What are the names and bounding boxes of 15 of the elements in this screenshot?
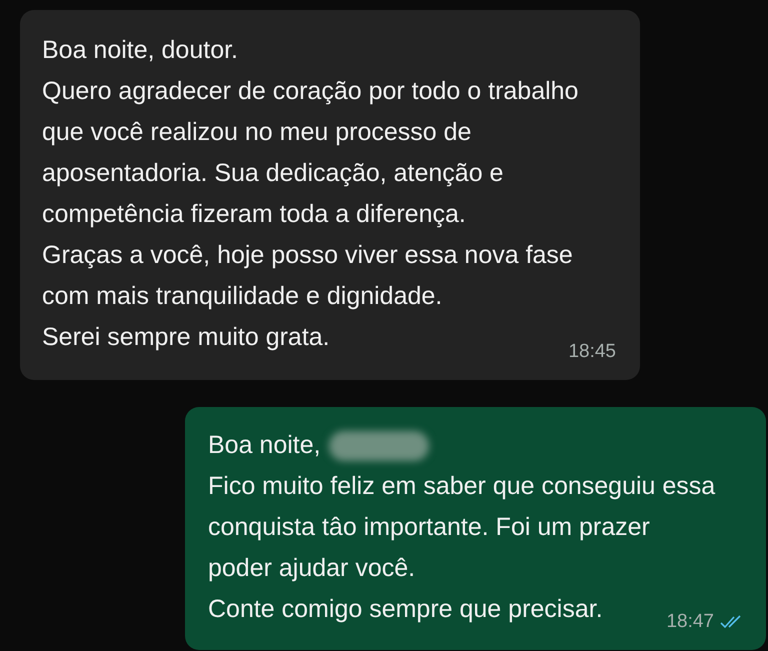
message-text: com mais tranquilidade e dignidade. [42,281,442,312]
message-text: aposentadoria. Sua dedicação, atenção e [42,158,504,189]
message-text: Fico muito feliz em saber que conseguiu essa [208,471,716,502]
message-text: poder ajudar você. [208,553,416,584]
message-text: Serei sempre muito grata. [42,322,330,353]
message-text: competência fizeram toda a diferença. [42,199,466,230]
message-text: Boa noite, [208,430,321,461]
message-time: 18:47 [666,610,714,634]
message-text: Graças a você, hoje posso viver essa nova fase [42,240,573,271]
message-text: Boa noite, doutor. [42,35,238,66]
message-text: Conte comigo sempre que precisar. [208,594,603,625]
message-text: Quero agradecer de coração por todo o trabalho [42,76,578,107]
message-text: conquista tâo importante. Foi um prazer [208,512,650,543]
message-text: que você realizou no meu processo de [42,117,472,148]
message-time: 18:45 [568,340,616,364]
